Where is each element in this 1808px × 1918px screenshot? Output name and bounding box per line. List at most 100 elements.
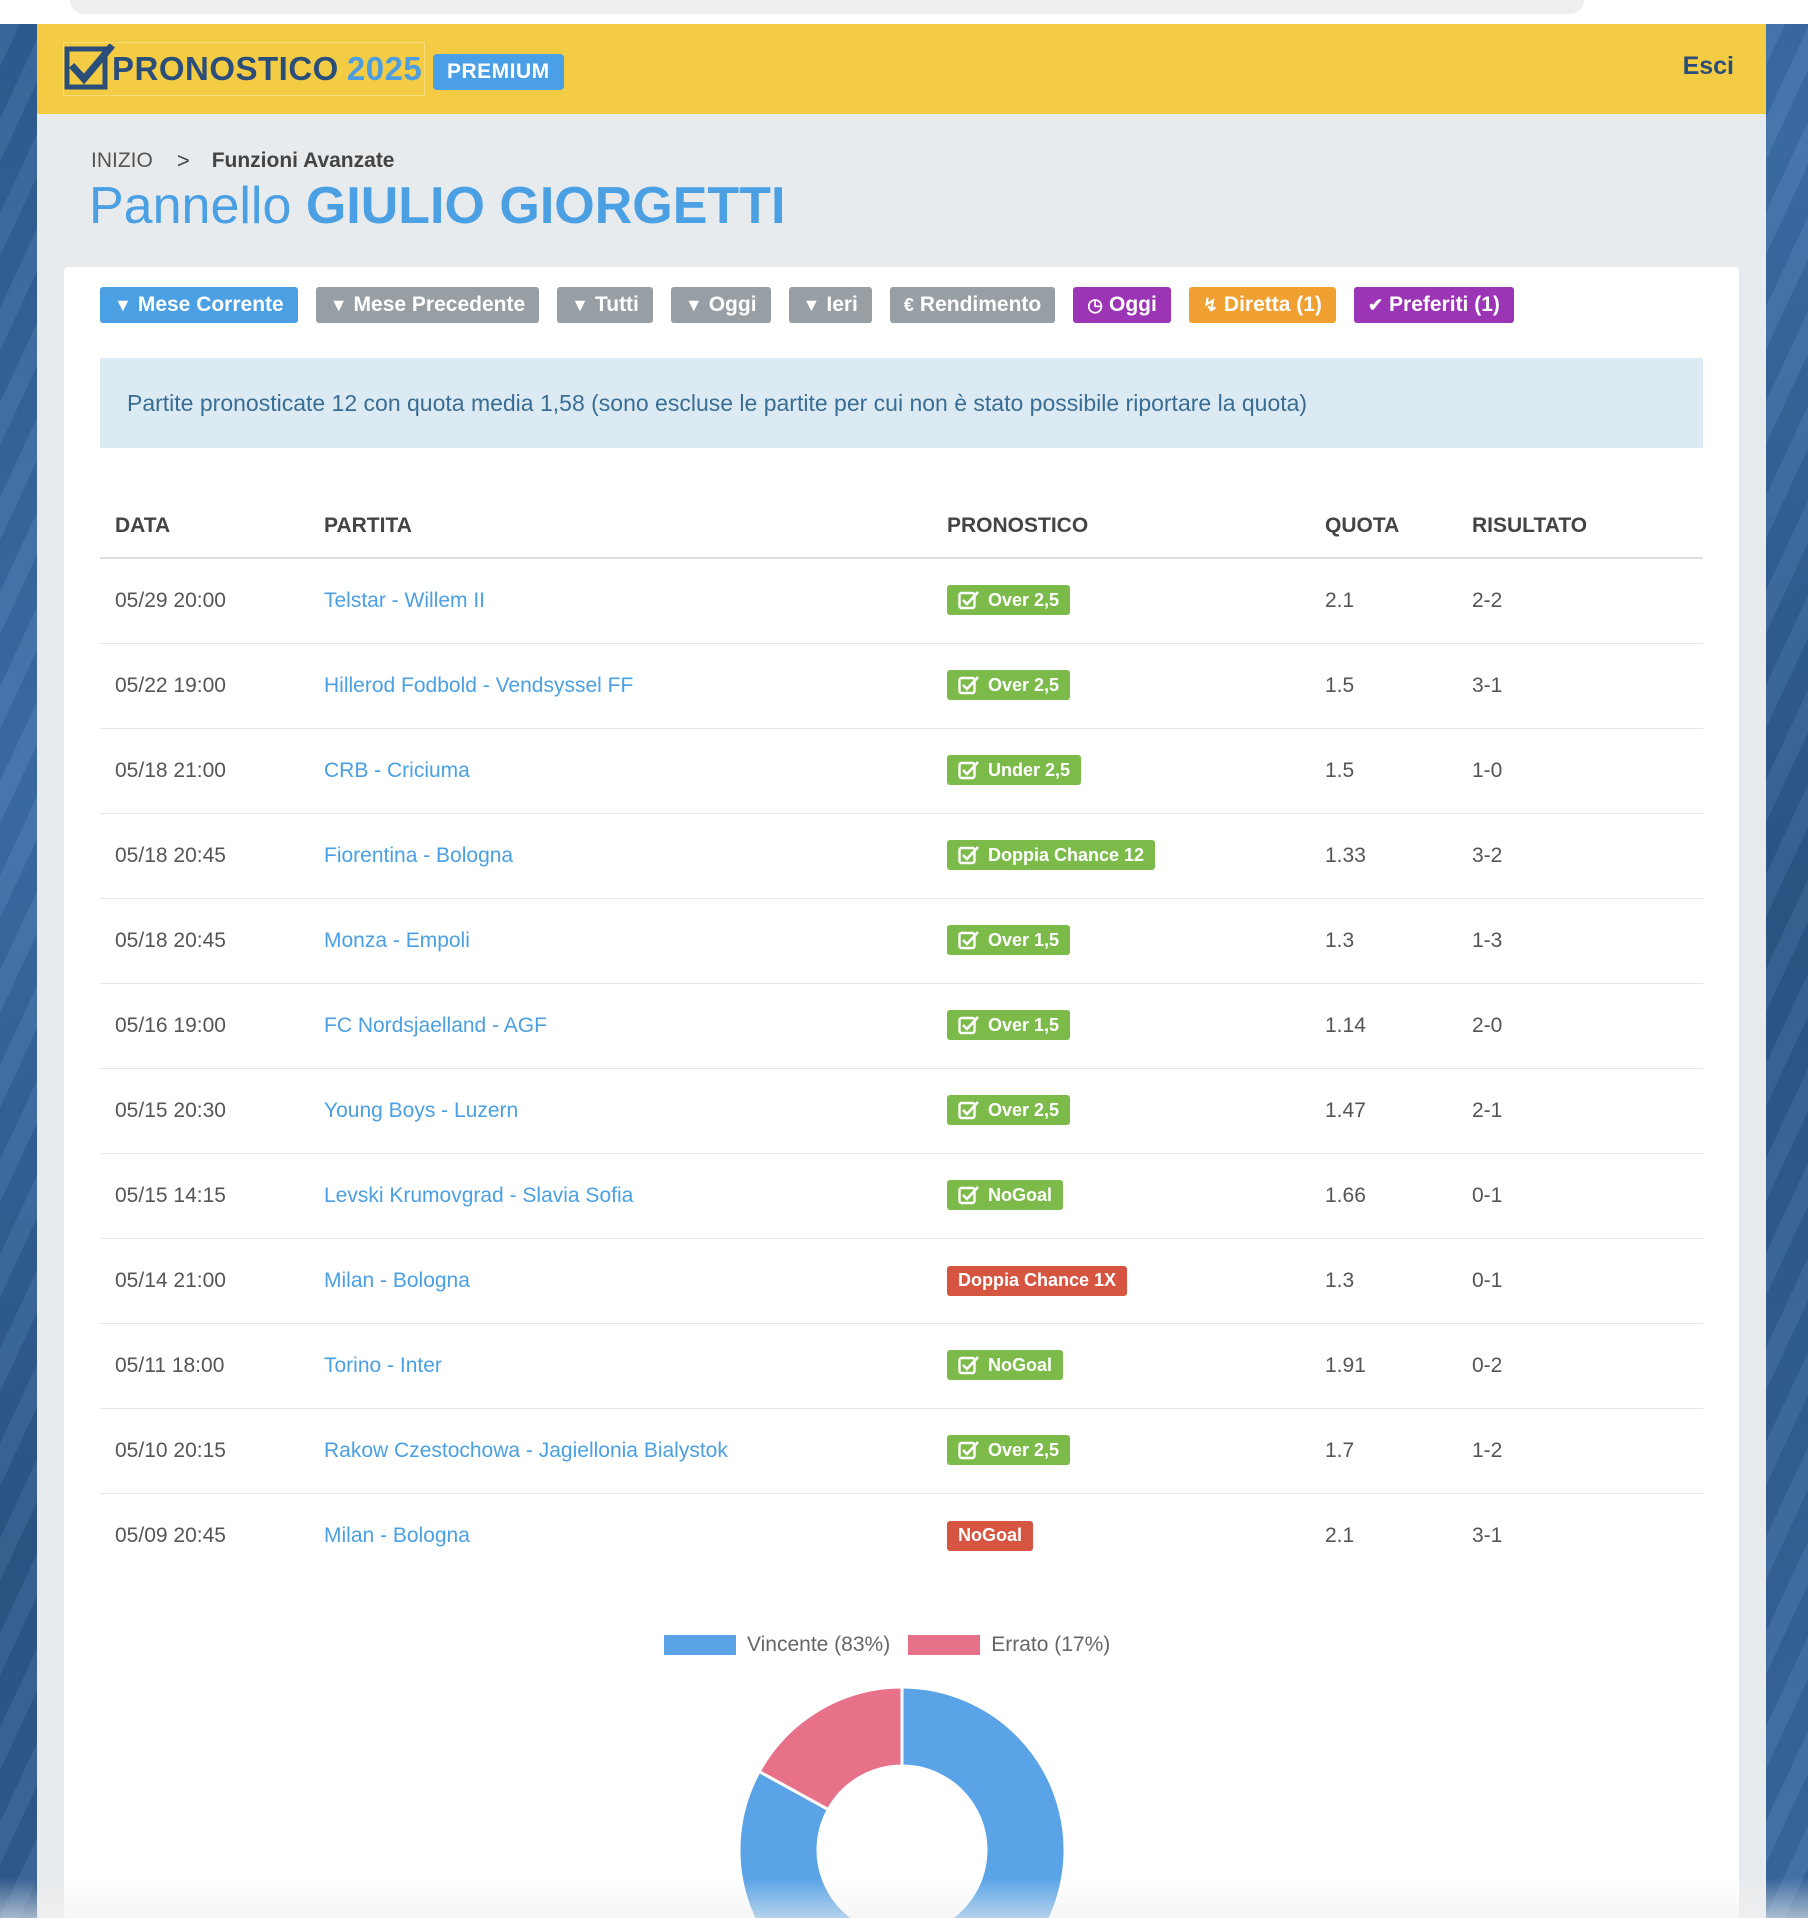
tip-label: Over 1,5 bbox=[988, 1014, 1060, 1035]
logo-check-icon bbox=[64, 44, 115, 90]
cell-odds: 1.3 bbox=[1310, 1238, 1457, 1324]
table-row: 05/29 20:00 Telstar - Willem II Over 2,5 2.… bbox=[100, 558, 1703, 644]
bolt-icon: ↯ bbox=[1202, 295, 1218, 315]
breadcrumb-home[interactable]: INIZIO bbox=[91, 149, 153, 173]
tip-badge: NoGoal bbox=[947, 1180, 1064, 1210]
header-partita[interactable]: PARTITA bbox=[309, 495, 932, 559]
logo[interactable]: PRONOSTICO 2025 bbox=[63, 42, 425, 96]
predictions-table: DATA PARTITA PRONOSTICO QUOTA RISULTATO … bbox=[100, 495, 1703, 1578]
cell-tip: Over 1,5 bbox=[932, 898, 1310, 984]
match-link[interactable]: Hillerod Fodbold - Vendsyssel FF bbox=[324, 674, 633, 697]
cell-match: CRB - Criciuma bbox=[309, 728, 932, 814]
breadcrumb-separator-icon: > bbox=[176, 148, 190, 173]
legend-label-errato: Errato (17%) bbox=[991, 1633, 1111, 1656]
legend-item-errato[interactable]: Errato (17%) bbox=[908, 1633, 1110, 1657]
filter-button-8[interactable]: ✔ Preferiti (1) bbox=[1353, 287, 1514, 323]
cell-result: 0-2 bbox=[1457, 1323, 1703, 1409]
cell-odds: 2.1 bbox=[1310, 558, 1457, 644]
match-link[interactable]: Rakow Czestochowa - Jagiellonia Bialysto… bbox=[324, 1439, 728, 1462]
browser-address-bar[interactable] bbox=[70, 0, 1584, 14]
cell-tip: Over 2,5 bbox=[932, 643, 1310, 729]
filter-button-4[interactable]: ▼ Ieri bbox=[788, 287, 872, 323]
cell-date: 05/22 19:00 bbox=[100, 643, 309, 729]
premium-badge: PREMIUM bbox=[433, 54, 564, 90]
tip-label: Over 2,5 bbox=[988, 1099, 1060, 1120]
cell-date: 05/14 21:00 bbox=[100, 1238, 309, 1324]
header-risultato[interactable]: RISULTATO bbox=[1457, 495, 1703, 559]
cell-odds: 1.5 bbox=[1310, 643, 1457, 729]
filter-icon: ▼ bbox=[684, 295, 703, 315]
cell-odds: 1.33 bbox=[1310, 813, 1457, 899]
legend-item-vincente[interactable]: Vincente (83%) bbox=[664, 1633, 890, 1657]
legend-label-vincente: Vincente (83%) bbox=[747, 1633, 891, 1656]
bottom-fade bbox=[0, 1878, 1808, 1918]
match-link[interactable]: Young Boys - Luzern bbox=[324, 1099, 518, 1122]
tip-badge: Over 2,5 bbox=[947, 585, 1071, 616]
filter-label: Ieri bbox=[826, 293, 858, 316]
cell-date: 05/18 20:45 bbox=[100, 813, 309, 899]
cell-match: Rakow Czestochowa - Jagiellonia Bialysto… bbox=[309, 1408, 932, 1494]
filter-button-6[interactable]: ◷ Oggi bbox=[1073, 287, 1171, 323]
cell-odds: 1.5 bbox=[1310, 728, 1457, 814]
match-link[interactable]: Torino - Inter bbox=[324, 1354, 442, 1377]
cell-tip: NoGoal bbox=[932, 1153, 1310, 1239]
checked-box-icon bbox=[958, 931, 979, 950]
cell-result: 1-0 bbox=[1457, 728, 1703, 814]
header-quota[interactable]: QUOTA bbox=[1310, 495, 1457, 559]
match-link[interactable]: Telstar - Willem II bbox=[324, 589, 485, 612]
match-link[interactable]: Milan - Bologna bbox=[324, 1524, 470, 1547]
cell-match: Telstar - Willem II bbox=[309, 558, 932, 644]
filter-button-1[interactable]: ▼ Mese Precedente bbox=[315, 287, 540, 323]
table-row: 05/10 20:15 Rakow Czestochowa - Jagiellon… bbox=[100, 1408, 1703, 1494]
table-row: 05/15 14:15 Levski Krumovgrad - Slavia So… bbox=[100, 1153, 1703, 1239]
tip-label: NoGoal bbox=[988, 1184, 1053, 1205]
app-panel: PRONOSTICO 2025 PREMIUM Esci INIZIO > Fun… bbox=[37, 24, 1766, 1918]
filter-button-3[interactable]: ▼ Oggi bbox=[670, 287, 771, 323]
match-link[interactable]: Milan - Bologna bbox=[324, 1269, 470, 1292]
filter-icon: ▼ bbox=[114, 295, 132, 315]
filter-button-0[interactable]: ▼ Mese Corrente bbox=[100, 287, 298, 323]
cell-result: 2-2 bbox=[1457, 558, 1703, 644]
checked-box-icon bbox=[958, 1101, 979, 1120]
cell-tip: NoGoal bbox=[932, 1323, 1310, 1409]
header-data[interactable]: DATA bbox=[100, 495, 309, 559]
cell-result: 3-1 bbox=[1472, 1523, 1503, 1547]
filter-button-5[interactable]: € Rendimento bbox=[889, 287, 1056, 323]
cell-match: Young Boys - Luzern bbox=[309, 1068, 932, 1154]
tip-badge: Over 2,5 bbox=[947, 1435, 1071, 1465]
tip-badge: Doppia Chance 1X bbox=[947, 1265, 1128, 1296]
filter-label: Mese Corrente bbox=[137, 293, 284, 316]
breadcrumb-current: Funzioni Avanzate bbox=[211, 149, 395, 172]
cell-tip: Over 2,5 bbox=[932, 558, 1310, 644]
cell-tip: Over 2,5 bbox=[932, 1068, 1310, 1154]
match-link[interactable]: Fiorentina - Bologna bbox=[324, 844, 513, 867]
cell-result: 0-1 bbox=[1457, 1153, 1703, 1239]
filter-icon: ▼ bbox=[571, 295, 589, 315]
filter-bar: ▼ Mese Corrente ▼ Mese Precedente ▼ Tutti ▼ Ogg… bbox=[100, 287, 1514, 323]
cell-tip: Doppia Chance 1X bbox=[932, 1238, 1310, 1324]
cell-result: 2-1 bbox=[1457, 1068, 1703, 1154]
checked-box-icon bbox=[958, 1016, 979, 1035]
table-row: 05/16 19:00 FC Nordsjaelland - AGF Over 1,… bbox=[100, 983, 1703, 1069]
filter-button-7[interactable]: ↯ Diretta (1) bbox=[1188, 287, 1336, 323]
cell-date: 05/09 20:45 bbox=[115, 1523, 226, 1547]
cell-odds: 1.66 bbox=[1310, 1153, 1457, 1239]
cell-match: Levski Krumovgrad - Slavia Sofia bbox=[309, 1153, 932, 1239]
match-link[interactable]: CRB - Criciuma bbox=[324, 759, 470, 782]
match-link[interactable]: FC Nordsjaelland - AGF bbox=[324, 1014, 547, 1037]
cell-result: 3-2 bbox=[1457, 813, 1703, 899]
match-link[interactable]: Monza - Empoli bbox=[324, 929, 470, 952]
cell-tip: Under 2,5 bbox=[932, 728, 1310, 814]
tip-badge: Under 2,5 bbox=[947, 755, 1082, 785]
cell-tip: NoGoal bbox=[932, 1493, 1310, 1578]
logout-link[interactable]: Esci bbox=[1683, 52, 1734, 81]
top-navbar: PRONOSTICO 2025 PREMIUM Esci bbox=[37, 24, 1766, 114]
cell-tip: Over 1,5 bbox=[932, 983, 1310, 1069]
filter-button-2[interactable]: ▼ Tutti bbox=[557, 287, 653, 323]
tip-label: Under 2,5 bbox=[988, 759, 1071, 780]
match-link[interactable]: Levski Krumovgrad - Slavia Sofia bbox=[324, 1184, 633, 1207]
header-pronostico[interactable]: PRONOSTICO bbox=[932, 495, 1310, 559]
legend-swatch-errato bbox=[908, 1635, 981, 1655]
tip-badge: Over 2,5 bbox=[947, 670, 1071, 700]
checked-box-icon bbox=[958, 761, 979, 780]
